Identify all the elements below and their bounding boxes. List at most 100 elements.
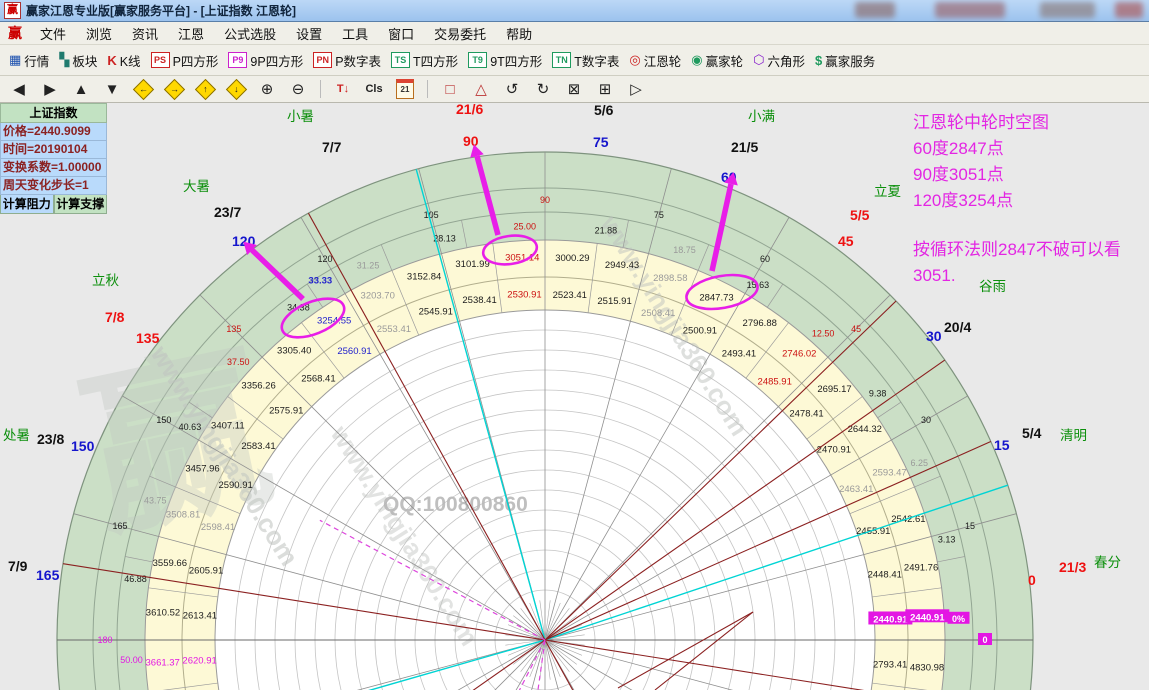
svg-text:31.25: 31.25: [357, 261, 380, 271]
wheel-edge-label: 21/6: [456, 103, 483, 117]
cls-button[interactable]: Cls: [363, 79, 385, 99]
menu-item-7[interactable]: 窗口: [378, 22, 424, 45]
toolbar-button-T四方形[interactable]: TST四方形: [388, 49, 461, 72]
current-price-marker: 2440.91: [910, 612, 945, 623]
svg-text:2695.17: 2695.17: [817, 384, 851, 395]
nav-forward-icon[interactable]: ▶: [39, 79, 61, 99]
svg-text:2593.47: 2593.47: [872, 468, 906, 479]
svg-text:2545.91: 2545.91: [419, 307, 453, 318]
svg-text:2847.73: 2847.73: [699, 293, 733, 304]
svg-text:3152.84: 3152.84: [407, 272, 441, 283]
calc-resistance-button[interactable]: 计算阻力: [0, 195, 54, 214]
toolbar-label: 9T四方形: [490, 51, 542, 70]
toolbar-button-江恩轮[interactable]: ◎江恩轮: [626, 49, 684, 72]
svg-text:2508.41: 2508.41: [641, 308, 675, 319]
svg-text:12.50: 12.50: [812, 328, 835, 338]
service-icon: $: [815, 53, 822, 68]
menu-item-8[interactable]: 交易委托: [424, 22, 496, 45]
zoom-out-icon[interactable]: ⊖: [287, 79, 309, 99]
kline-icon: K: [107, 53, 116, 68]
menu-item-6[interactable]: 工具: [332, 22, 378, 45]
calc-support-button[interactable]: 计算支撑: [54, 195, 108, 214]
svg-text:3000.29: 3000.29: [555, 253, 589, 264]
coef-row: 变换系数=1.00000: [0, 159, 107, 177]
svg-text:2523.41: 2523.41: [553, 290, 587, 301]
menu-item-2[interactable]: 资讯: [122, 22, 168, 45]
pointer-icon[interactable]: ▷: [625, 79, 647, 99]
toolbar-button-六角形[interactable]: ⬡六角形: [750, 49, 808, 72]
center-icon[interactable]: ⊞: [594, 79, 616, 99]
menu-item-5[interactable]: 设置: [286, 22, 332, 45]
rotate-cw-icon[interactable]: ↻: [532, 79, 554, 99]
svg-text:2644.32: 2644.32: [848, 424, 882, 435]
svg-text:3305.40: 3305.40: [277, 346, 311, 357]
pan-right-icon[interactable]: →: [163, 79, 185, 99]
svg-text:2898.58: 2898.58: [653, 273, 687, 284]
toolbar-button-P四方形[interactable]: PSP四方形: [148, 49, 222, 72]
xbox-icon[interactable]: ⊠: [563, 79, 585, 99]
app-logo-icon: 赢: [4, 2, 21, 19]
tri-down-icon[interactable]: ▼: [101, 79, 123, 99]
toolbar-button-行情[interactable]: ▦行情: [6, 49, 52, 72]
svg-text:2515.91: 2515.91: [597, 296, 631, 307]
menu-item-1[interactable]: 浏览: [76, 22, 122, 45]
svg-text:2796.88: 2796.88: [743, 318, 777, 329]
pan-left-icon[interactable]: ←: [132, 79, 154, 99]
wheel-edge-label: 7/9: [8, 558, 28, 574]
toolbar-button-赢家服务[interactable]: $赢家服务: [812, 49, 878, 72]
wheel-edge-label: 75: [593, 134, 609, 150]
menu-item-3[interactable]: 江恩: [168, 22, 214, 45]
pan-down-icon[interactable]: ↓: [225, 79, 247, 99]
calendar-icon[interactable]: 21: [394, 79, 416, 99]
p9-icon: P9: [228, 52, 247, 68]
svg-text:2493.41: 2493.41: [722, 348, 756, 359]
blurred-item: [1040, 2, 1095, 18]
pan-up-icon[interactable]: ↑: [194, 79, 216, 99]
svg-text:2793.41: 2793.41: [873, 660, 907, 671]
nav-back-icon[interactable]: ◀: [8, 79, 30, 99]
tri-up-icon[interactable]: ▲: [70, 79, 92, 99]
toolbar-button-K线[interactable]: KK线: [104, 49, 143, 72]
toolbar-button-赢家轮[interactable]: ◉赢家轮: [688, 49, 746, 72]
svg-text:2746.02: 2746.02: [782, 349, 816, 360]
annotation-block-2: 按循环法则2847不破可以看 3051.: [913, 237, 1121, 289]
svg-text:3508.81: 3508.81: [166, 510, 200, 521]
svg-text:2538.41: 2538.41: [462, 295, 496, 306]
menu-item-0[interactable]: 文件: [30, 22, 76, 45]
svg-text:43.75: 43.75: [144, 495, 167, 505]
toolbar-label: 板块: [72, 51, 97, 70]
wheel-edge-label: 处暑: [3, 428, 30, 443]
updown-icon[interactable]: T↓: [332, 79, 354, 99]
menu-bar: 赢 文件浏览资讯江恩公式选股设置工具窗口交易委托帮助: [0, 22, 1149, 45]
winner-wheel-icon: ◉: [691, 52, 702, 68]
blurred-item: [1115, 2, 1143, 18]
price-row: 价格=2440.9099: [0, 123, 107, 141]
rotate-ccw-icon[interactable]: ↺: [501, 79, 523, 99]
rect-tool-icon[interactable]: □: [439, 79, 461, 99]
toolbar-button-9P四方形[interactable]: P99P四方形: [225, 49, 306, 72]
svg-text:75: 75: [654, 210, 664, 220]
svg-text:3.13: 3.13: [938, 534, 956, 544]
svg-text:2590.91: 2590.91: [218, 480, 252, 491]
ts-icon: TS: [391, 52, 410, 68]
menu-item-9[interactable]: 帮助: [496, 22, 542, 45]
wheel-edge-label: 30: [926, 328, 942, 344]
svg-text:40.63: 40.63: [179, 422, 202, 432]
triangle-tool-icon[interactable]: △: [470, 79, 492, 99]
svg-text:4830.98: 4830.98: [910, 662, 944, 673]
toolbar-button-板块[interactable]: ▚板块: [56, 49, 100, 72]
chart-toolbar: ◀ ▶ ▲ ▼ ← → ↑ ↓ ⊕ ⊖ T↓ Cls 21 □ △ ↺ ↻ ⊠ ⊞ ▷: [0, 76, 1149, 103]
svg-text:3661.37: 3661.37: [146, 658, 180, 669]
wheel-edge-label: 0: [1028, 572, 1036, 588]
wheel-edge-label: 23/7: [214, 204, 241, 220]
svg-text:2560.91: 2560.91: [337, 346, 371, 357]
zoom-in-icon[interactable]: ⊕: [256, 79, 278, 99]
toolbar-label: 六角形: [768, 51, 806, 70]
toolbar-button-P数字表[interactable]: PNP数字表: [310, 49, 384, 72]
current-percent-marker: 0%: [952, 614, 965, 624]
wheel-edge-label: 135: [136, 330, 160, 346]
svg-text:2500.91: 2500.91: [683, 326, 717, 337]
toolbar-button-T数字表[interactable]: TNT数字表: [549, 49, 622, 72]
toolbar-button-9T四方形[interactable]: T99T四方形: [465, 49, 545, 72]
menu-item-4[interactable]: 公式选股: [214, 22, 286, 45]
